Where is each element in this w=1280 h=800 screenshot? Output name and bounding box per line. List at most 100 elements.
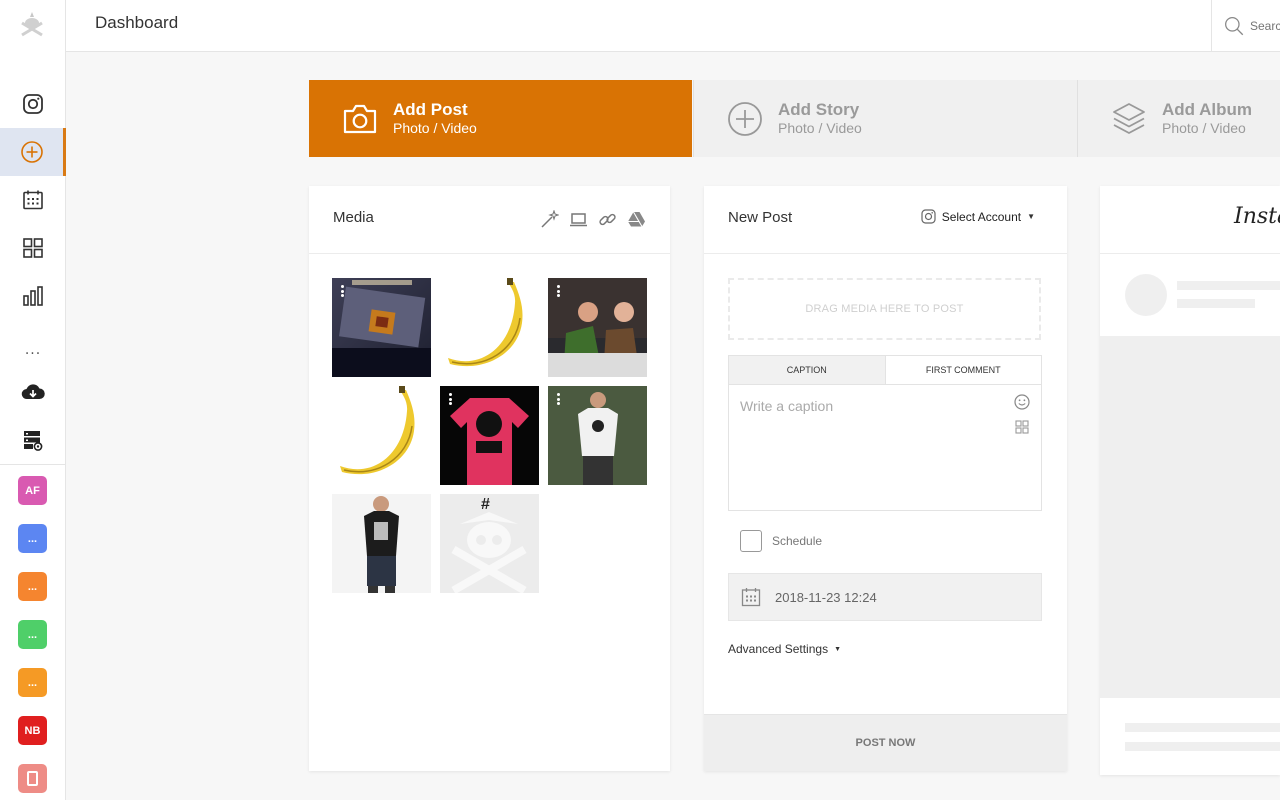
page-title: Dashboard xyxy=(95,13,179,32)
tab-title: Add Post xyxy=(393,100,468,119)
media-toolbar xyxy=(540,210,646,229)
layers-icon xyxy=(1110,100,1148,138)
account-avatar[interactable]: ... xyxy=(18,620,47,649)
preview-post-header xyxy=(1100,254,1280,336)
new-post-header: New Post Select Account ▼ xyxy=(704,186,1067,254)
schedule-date-field[interactable]: 2018-11-23 12:24 xyxy=(728,573,1042,621)
media-panel: Media # xyxy=(309,186,670,771)
preview-name-placeholder xyxy=(1177,281,1280,290)
tab-subtitle: Photo / Video xyxy=(778,120,862,136)
hashtag-label: # xyxy=(481,496,490,513)
thumb-menu-icon[interactable] xyxy=(449,393,452,405)
sidebar-divider xyxy=(0,464,66,465)
account-avatar-label: NB xyxy=(24,724,41,737)
tab-title: Add Story xyxy=(778,100,860,119)
preview-panel: Instagram xyxy=(1100,186,1280,775)
account-avatar[interactable]: AF xyxy=(18,476,47,505)
drop-zone-label: DRAG MEDIA HERE TO POST xyxy=(805,303,964,315)
caption-tabs: CAPTION FIRST COMMENT xyxy=(729,356,1041,385)
thumb-menu-icon[interactable] xyxy=(557,393,560,405)
new-post-panel: New Post Select Account ▼ DRAG MEDIA HER… xyxy=(704,186,1067,771)
calendar-icon[interactable] xyxy=(0,176,66,224)
laptop-icon[interactable] xyxy=(569,210,588,229)
caret-down-icon: ▼ xyxy=(1027,212,1035,221)
app-logo[interactable] xyxy=(16,8,48,40)
account-avatar-label: ... xyxy=(27,628,38,641)
preview-image-placeholder xyxy=(1100,336,1280,698)
media-thumb-banana[interactable] xyxy=(440,278,539,377)
tab-first-comment[interactable]: FIRST COMMENT xyxy=(886,356,1042,384)
account-avatar[interactable]: ... xyxy=(18,668,47,697)
camera-icon xyxy=(341,100,379,138)
schedule-row: Schedule xyxy=(740,530,822,552)
instagram-icon xyxy=(921,209,936,224)
media-thumb-banana-2[interactable] xyxy=(332,386,431,485)
search-input[interactable] xyxy=(1250,19,1280,33)
select-account-dropdown[interactable]: Select Account ▼ xyxy=(921,209,1035,224)
grid-icon[interactable] xyxy=(1014,419,1030,435)
grid-icon[interactable] xyxy=(0,224,66,272)
preview-caption-placeholder xyxy=(1125,723,1280,732)
account-avatar-label: ... xyxy=(27,676,38,689)
tab-title: Add Album xyxy=(1162,100,1253,119)
media-title: Media xyxy=(333,209,374,226)
google-drive-icon[interactable] xyxy=(627,210,646,229)
media-thumb-black-tshirt[interactable] xyxy=(332,494,431,593)
advanced-settings-label: Advanced Settings xyxy=(728,642,829,656)
search-box[interactable] xyxy=(1211,0,1280,52)
server-settings-icon[interactable] xyxy=(0,416,66,464)
top-bar: Dashboard xyxy=(66,0,1280,52)
preview-avatar-placeholder xyxy=(1125,274,1167,316)
schedule-checkbox[interactable] xyxy=(740,530,762,552)
tab-add-album[interactable]: Add Album Photo / Video xyxy=(1077,80,1280,157)
advanced-settings-toggle[interactable]: Advanced Settings ▼ xyxy=(728,642,841,656)
emoji-icon[interactable] xyxy=(1014,394,1030,410)
phone-icon xyxy=(27,771,38,786)
more-label: ... xyxy=(24,342,42,358)
thumb-menu-icon[interactable] xyxy=(557,285,560,297)
preview-caption-placeholder-2 xyxy=(1125,742,1280,751)
caption-input[interactable] xyxy=(729,385,1009,505)
account-avatar[interactable]: ... xyxy=(18,572,47,601)
tab-subtitle: Photo / Video xyxy=(1162,120,1246,136)
account-avatar-label: AF xyxy=(25,484,40,497)
add-circle-icon[interactable] xyxy=(0,128,66,176)
search-icon xyxy=(1225,17,1244,36)
schedule-date-value: 2018-11-23 12:24 xyxy=(775,589,877,605)
bar-chart-icon[interactable] xyxy=(0,272,66,320)
tab-add-post[interactable]: Add Post Photo / Video xyxy=(309,80,692,157)
media-thumb-couple[interactable] xyxy=(548,278,647,377)
account-avatar[interactable] xyxy=(18,764,47,793)
account-avatar-label: ... xyxy=(27,580,38,593)
drop-zone[interactable]: DRAG MEDIA HERE TO POST xyxy=(728,278,1041,340)
post-now-button[interactable]: POST NOW xyxy=(704,714,1067,771)
link-icon[interactable] xyxy=(598,210,617,229)
media-thumb-red-tshirt[interactable] xyxy=(440,386,539,485)
media-thumb-pirate-logo[interactable]: # xyxy=(440,494,539,593)
caret-down-icon: ▼ xyxy=(834,645,842,653)
sidebar: ... AF............ NB xyxy=(0,0,66,800)
account-avatar[interactable]: NB xyxy=(18,716,47,745)
preview-brand: Instagram xyxy=(1234,204,1280,229)
preview-header: Instagram xyxy=(1100,186,1280,254)
add-circle-icon xyxy=(726,100,764,138)
media-thumb-white-tshirt[interactable] xyxy=(548,386,647,485)
tab-add-story[interactable]: Add Story Photo / Video xyxy=(693,80,1077,157)
account-avatar[interactable]: ... xyxy=(18,524,47,553)
cloud-download-icon[interactable] xyxy=(0,368,66,416)
tab-caption[interactable]: CAPTION xyxy=(729,356,886,384)
tab-subtitle: Photo / Video xyxy=(393,120,477,136)
select-account-label: Select Account xyxy=(941,209,1022,224)
calendar-icon xyxy=(741,588,761,607)
instagram-icon[interactable] xyxy=(0,80,66,128)
media-header: Media xyxy=(309,186,670,254)
new-post-title: New Post xyxy=(728,209,793,226)
caption-box: CAPTION FIRST COMMENT xyxy=(728,355,1042,511)
thumb-menu-icon[interactable] xyxy=(341,285,344,297)
preview-sub-placeholder xyxy=(1177,299,1255,308)
media-thumb-poster[interactable] xyxy=(332,278,431,377)
magic-wand-icon[interactable] xyxy=(540,210,559,229)
more-dots-icon[interactable]: ... xyxy=(0,328,66,372)
account-avatar-label: ... xyxy=(27,532,38,545)
schedule-label: Schedule xyxy=(772,534,823,548)
